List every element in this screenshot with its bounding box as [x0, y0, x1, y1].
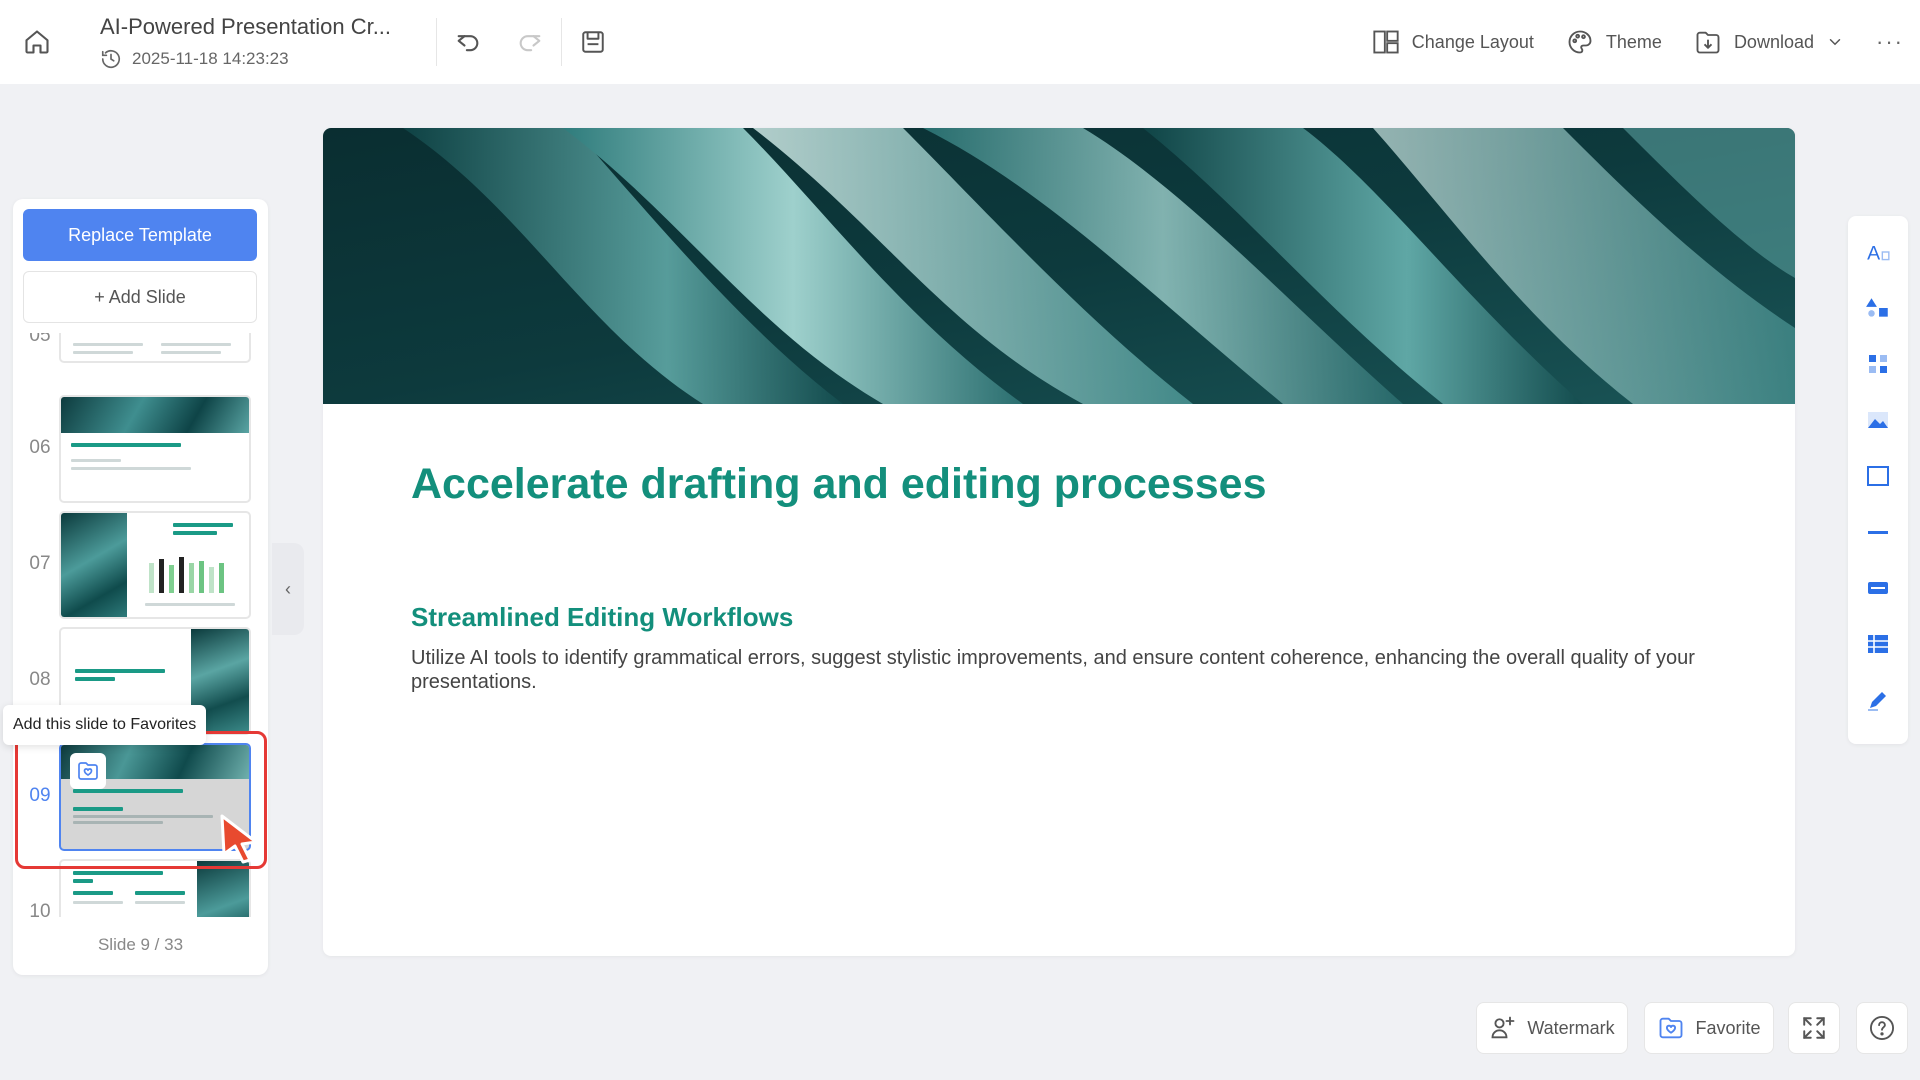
save-icon: [582, 31, 604, 53]
watermark-button[interactable]: Watermark: [1476, 1002, 1628, 1054]
slide-number: 08: [29, 669, 51, 690]
help-button[interactable]: [1856, 1002, 1908, 1054]
home-icon: [25, 30, 49, 54]
text-tool-button[interactable]: A: [1862, 236, 1894, 268]
download-icon: [1696, 31, 1720, 54]
timestamp-text: 2025-11-18 14:23:23: [132, 49, 289, 68]
table-tool-icon: [1868, 635, 1888, 653]
thumbnail-image: [61, 513, 127, 617]
change-layout-button[interactable]: Change Layout: [1356, 0, 1550, 84]
theme-label: Theme: [1605, 31, 1662, 52]
document-title[interactable]: AI-Powered Presentation Cr...: [100, 14, 436, 40]
divider-tool-button[interactable]: [1862, 516, 1894, 548]
fullscreen-button[interactable]: [1788, 1002, 1840, 1054]
watermark-icon: [1491, 1016, 1515, 1039]
undo-button[interactable]: [437, 0, 499, 84]
chevron-left-icon: ‹: [285, 578, 291, 599]
image-tool-icon: [1868, 412, 1888, 428]
slide-number: 10: [29, 901, 51, 917]
favorite-button[interactable]: Favorite: [1644, 1002, 1774, 1054]
table-tool-button[interactable]: [1862, 628, 1894, 660]
watermark-label: Watermark: [1527, 1017, 1615, 1038]
elements-tool-button[interactable]: [1862, 348, 1894, 380]
replace-template-button[interactable]: Replace Template: [23, 209, 257, 261]
more-icon: ···: [1876, 29, 1904, 54]
chevron-down-icon[interactable]: [1826, 33, 1844, 51]
slide-canvas[interactable]: Accelerate drafting and editing processe…: [323, 128, 1795, 956]
favorite-folder-icon: [1660, 1017, 1683, 1039]
document-timestamp: 2025-11-18 14:23:23: [100, 48, 436, 70]
favorites-tooltip: Add this slide to Favorites: [3, 705, 207, 745]
insert-tool-rail: A: [1848, 216, 1908, 744]
banner-tool-button[interactable]: [1862, 572, 1894, 604]
add-slide-button[interactable]: + Add Slide: [23, 271, 257, 323]
redo-icon: [519, 35, 541, 52]
svg-text:A: A: [1867, 243, 1880, 265]
download-button[interactable]: Download: [1678, 0, 1860, 84]
layout-icon: [1373, 30, 1399, 54]
redo-button[interactable]: [499, 0, 561, 84]
collapse-panel-button[interactable]: ‹: [272, 543, 304, 635]
slide-number: 06: [29, 437, 51, 458]
mouse-cursor-icon: [220, 814, 258, 864]
pen-tool-button[interactable]: [1862, 684, 1894, 716]
thumbnail-chart: [145, 553, 235, 593]
slide-number: 05: [29, 333, 51, 346]
slide-thumbnail[interactable]: [59, 333, 251, 363]
frame-tool-button[interactable]: [1862, 460, 1894, 492]
elements-tool-icon: [1869, 355, 1887, 373]
add-to-favorites-button[interactable]: [70, 753, 106, 789]
save-button[interactable]: [562, 0, 624, 84]
frame-tool-icon: [1867, 466, 1889, 486]
download-label: Download: [1733, 31, 1814, 52]
slide-counter: Slide 9 / 33: [97, 935, 184, 954]
fullscreen-icon: [1803, 1017, 1825, 1039]
image-tool-button[interactable]: [1862, 404, 1894, 436]
slide-title[interactable]: Accelerate drafting and editing processe…: [411, 460, 1267, 509]
thumbnail-image: [61, 397, 249, 433]
shapes-tool-button[interactable]: [1862, 292, 1894, 324]
slide-hero-image[interactable]: [323, 128, 1795, 404]
theme-button[interactable]: Theme: [1550, 0, 1678, 84]
more-options-button[interactable]: ···: [1860, 0, 1920, 84]
slide-subtitle[interactable]: Streamlined Editing Workflows: [411, 602, 793, 633]
header-actions: Change Layout Theme Download ···: [1356, 0, 1920, 84]
help-icon: [1869, 1015, 1895, 1041]
favorite-label: Favorite: [1695, 1017, 1761, 1038]
thumbnail-image: [197, 861, 249, 917]
history-icon[interactable]: [100, 48, 122, 70]
document-info: AI-Powered Presentation Cr... 2025-11-18…: [100, 14, 436, 70]
home-button[interactable]: [0, 0, 74, 84]
favorite-folder-icon: [78, 762, 98, 780]
slide-thumbnail[interactable]: [59, 395, 251, 503]
slide-thumbnail[interactable]: [59, 511, 251, 619]
undo-icon: [457, 35, 479, 52]
divider-tool-icon: [1868, 531, 1888, 534]
text-tool-icon: A: [1867, 243, 1890, 265]
change-layout-label: Change Layout: [1411, 31, 1534, 52]
pen-tool-icon: [1868, 692, 1886, 711]
slide-number: 07: [29, 553, 51, 574]
palette-icon: [1568, 30, 1592, 54]
shapes-tool-icon: [1866, 298, 1888, 317]
slide-body-text[interactable]: Utilize AI tools to identify grammatical…: [411, 646, 1711, 694]
banner-tool-icon: [1868, 582, 1888, 594]
top-bar: AI-Powered Presentation Cr... 2025-11-18…: [0, 0, 1920, 84]
